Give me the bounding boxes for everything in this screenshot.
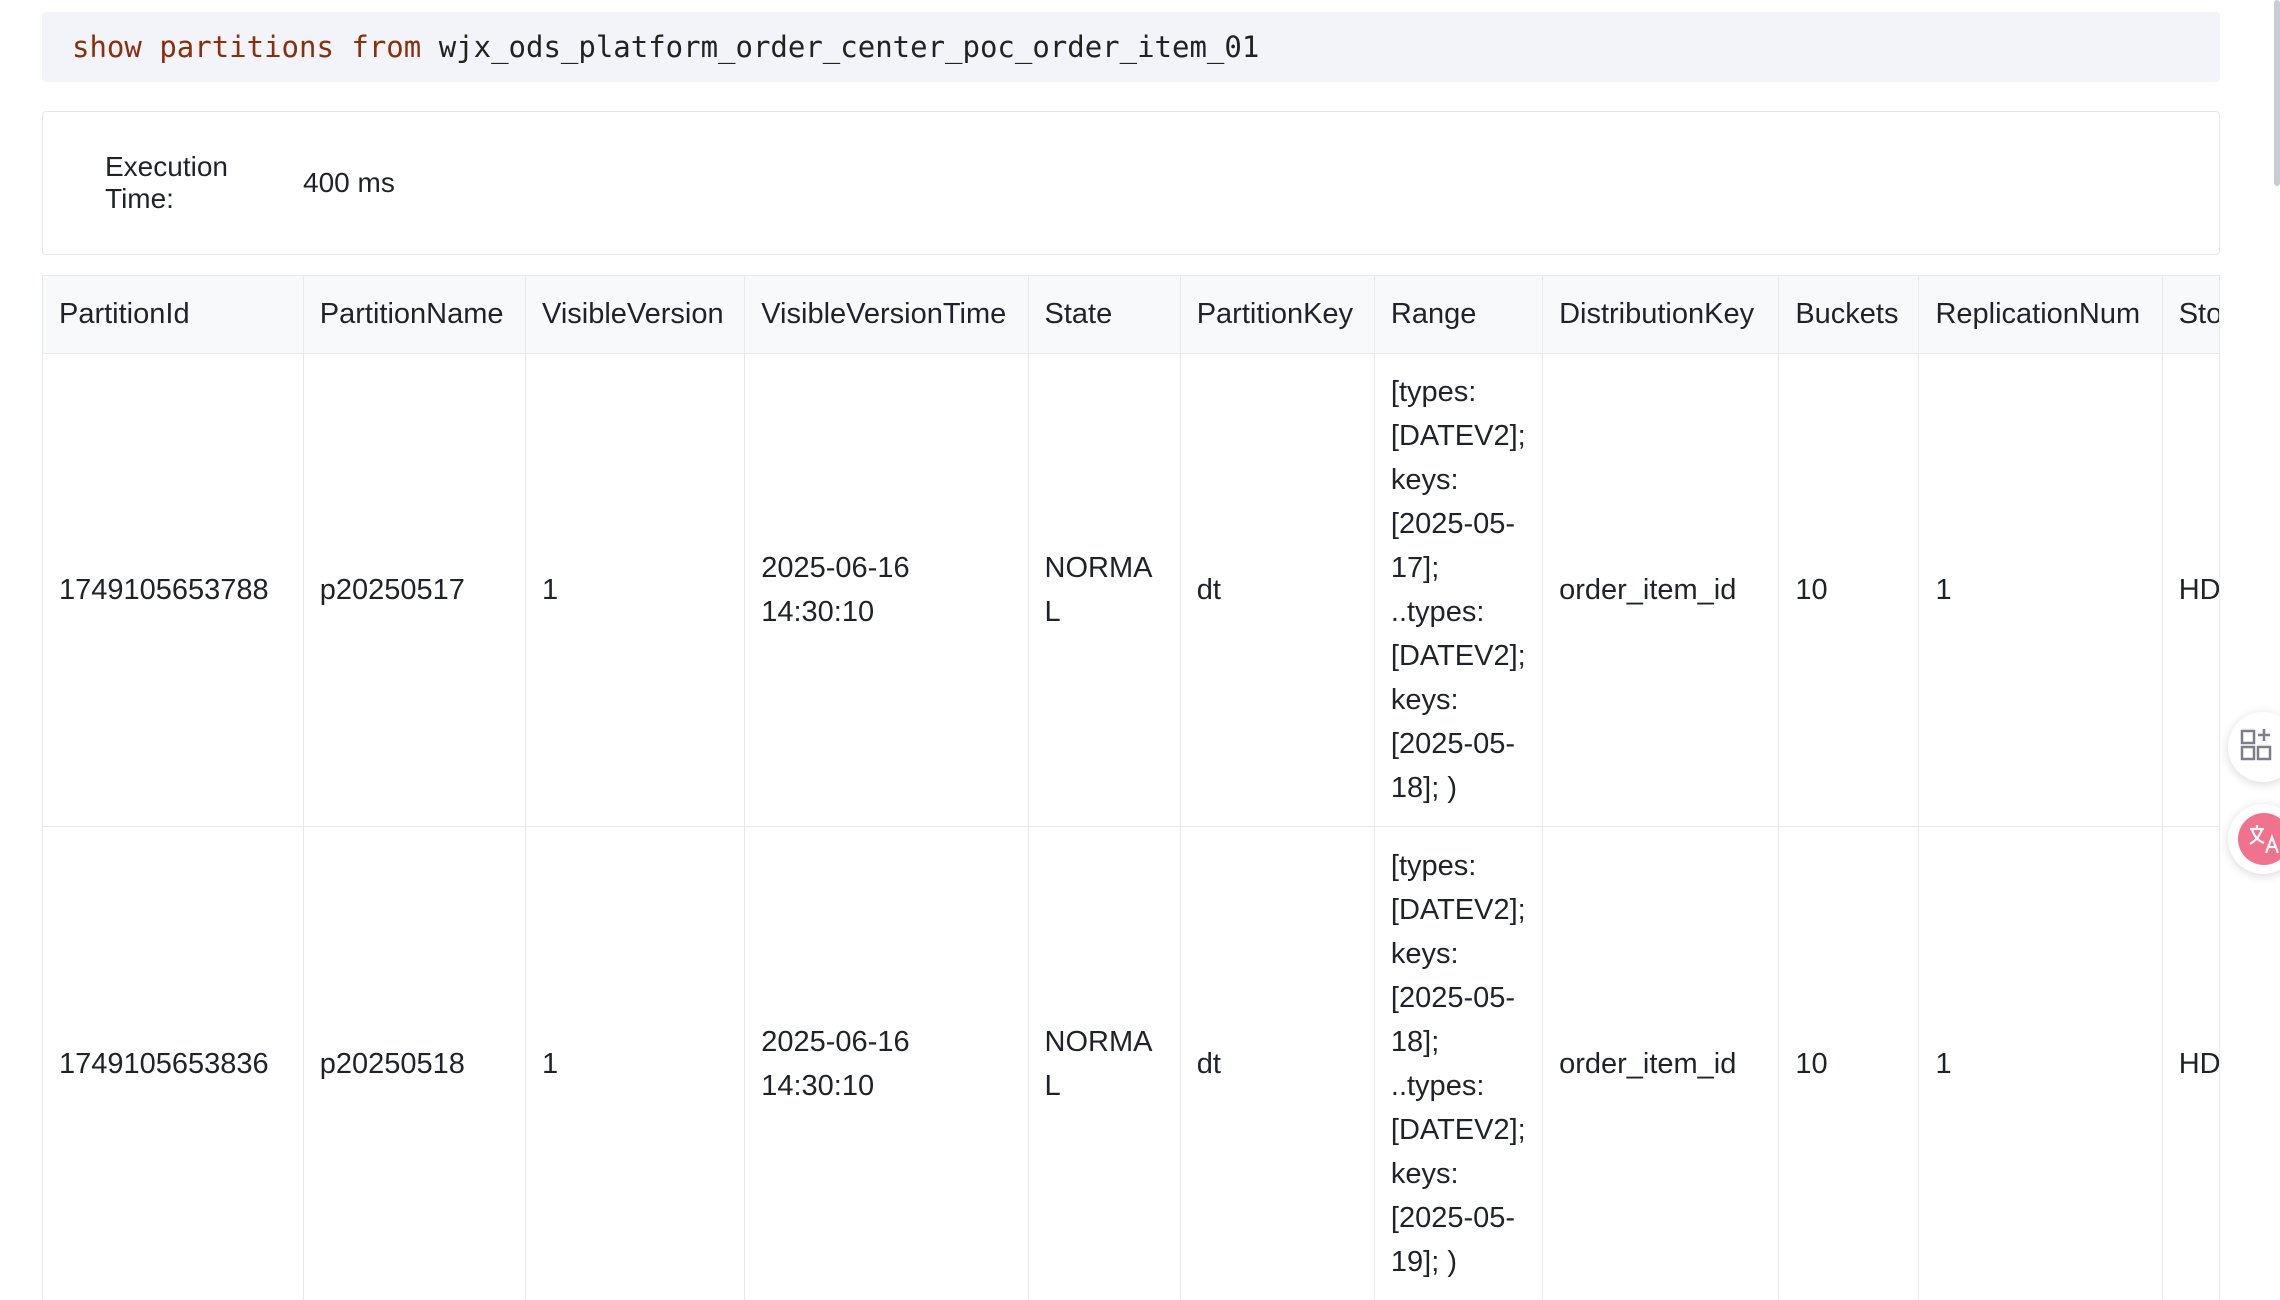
cell-visible-version: 1	[525, 353, 746, 827]
apps-add-button[interactable]	[2228, 712, 2280, 782]
execution-time-label: Execution Time:	[105, 151, 228, 214]
cell-partition-id: 1749105653788	[43, 353, 304, 827]
column-header[interactable]: StorageMedium	[2162, 276, 2219, 354]
table-row: 1749105653788 p20250517 1 2025-06-16 14:…	[43, 353, 2219, 827]
cell-state: NORMAL	[1028, 353, 1181, 827]
sql-keyword-from: from	[351, 30, 422, 64]
translate-button[interactable]	[2228, 804, 2280, 874]
translate-icon	[2238, 813, 2280, 865]
column-header[interactable]: VisibleVersionTime	[744, 276, 1029, 354]
sql-query-bar: show partitions from wjx_ods_platform_or…	[42, 12, 2220, 82]
cell-partition-name: p20250518	[303, 826, 527, 1300]
execution-info: Execution Time: 400 ms	[42, 111, 2220, 255]
results-table: PartitionId PartitionName VisibleVersion…	[43, 276, 2219, 1300]
column-header[interactable]: PartitionKey	[1180, 276, 1375, 354]
column-header[interactable]: DistributionKey	[1542, 276, 1780, 354]
cell-distribution-key: order_item_id	[1542, 826, 1780, 1300]
cell-partition-key: dt	[1180, 353, 1375, 827]
cell-partition-key: dt	[1180, 826, 1375, 1300]
cell-visible-version: 1	[525, 826, 746, 1300]
sql-table-name: wjx_ods_platform_order_center_poc_order_…	[438, 30, 1260, 64]
column-header[interactable]: Buckets	[1778, 276, 1920, 354]
page-scrollbar[interactable]	[2274, 0, 2280, 186]
table-row: 1749105653836 p20250518 1 2025-06-16 14:…	[43, 826, 2219, 1300]
cell-state: NORMAL	[1028, 826, 1181, 1300]
cell-buckets: 10	[1778, 353, 1920, 827]
results-table-container[interactable]: PartitionId PartitionName VisibleVersion…	[42, 275, 2220, 1300]
column-header[interactable]: ReplicationNum	[1918, 276, 2163, 354]
cell-distribution-key: order_item_id	[1542, 353, 1780, 827]
apps-add-icon	[2238, 725, 2278, 770]
cell-range: [types: [DATEV2]; keys: [2025-05-17]; ..…	[1374, 353, 1544, 827]
sql-keyword-partitions: partitions	[159, 30, 334, 64]
cell-buckets: 10	[1778, 826, 1920, 1300]
column-header[interactable]: PartitionName	[303, 276, 527, 354]
column-header[interactable]: State	[1028, 276, 1181, 354]
table-header-row: PartitionId PartitionName VisibleVersion…	[43, 276, 2219, 354]
cell-storage-medium: HDD	[2162, 826, 2219, 1300]
cell-partition-name: p20250517	[303, 353, 527, 827]
column-header[interactable]: PartitionId	[43, 276, 304, 354]
cell-replication-num: 1	[1918, 353, 2163, 827]
cell-range: [types: [DATEV2]; keys: [2025-05-18]; ..…	[1374, 826, 1544, 1300]
execution-time-value: 400 ms	[303, 167, 395, 198]
sql-keyword-show: show	[72, 30, 142, 64]
column-header[interactable]: VisibleVersion	[525, 276, 746, 354]
column-header[interactable]: Range	[1374, 276, 1544, 354]
cell-storage-medium: HDD	[2162, 353, 2219, 827]
cell-partition-id: 1749105653836	[43, 826, 304, 1300]
cell-visible-version-time: 2025-06-16 14:30:10	[744, 826, 1029, 1300]
cell-replication-num: 1	[1918, 826, 2163, 1300]
cell-visible-version-time: 2025-06-16 14:30:10	[744, 353, 1029, 827]
